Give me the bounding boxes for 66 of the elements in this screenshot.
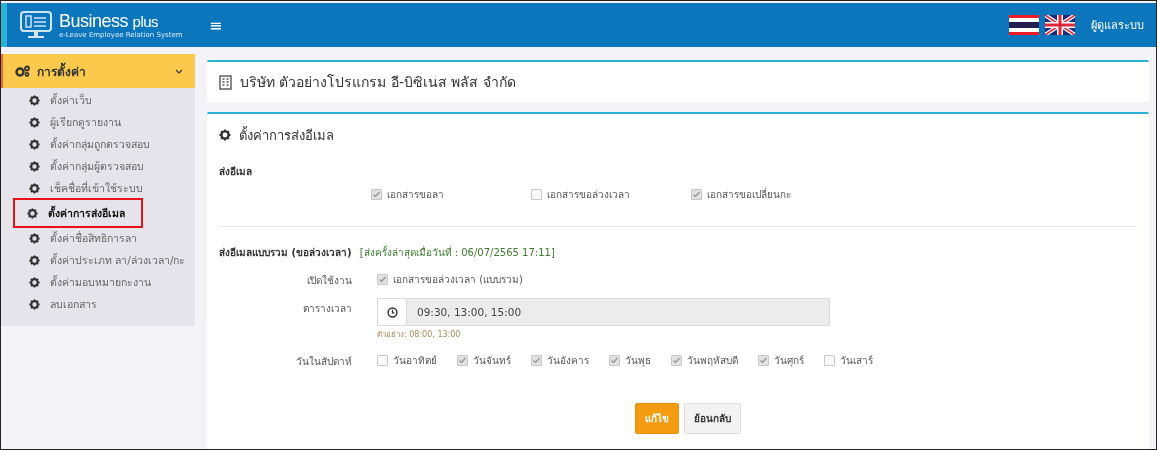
checkbox-option[interactable]: เอกสารขอล่วงเวลา (แบบรวม) bbox=[377, 270, 523, 287]
gear-icon bbox=[29, 138, 40, 150]
field-label: วันในสัปดาห์ bbox=[295, 355, 353, 369]
brand-name: Business bbox=[59, 10, 129, 31]
sidebar-item[interactable]: ตั้งค่ากลุ่มผู้ตรวจสอบ bbox=[17, 156, 150, 176]
gear-icon bbox=[27, 207, 38, 219]
brand-suffix: plus bbox=[132, 12, 159, 30]
menu-button[interactable]: ≡ bbox=[205, 15, 227, 35]
checkbox[interactable] bbox=[531, 189, 542, 200]
field-hint: ตัวอย่าง: 08:00, 13:00 bbox=[377, 329, 462, 341]
checkbox-option[interactable]: วันจันทร์ bbox=[457, 351, 511, 368]
user-name[interactable]: ผู้ดูแลระบบ bbox=[1091, 16, 1144, 34]
checkbox-option[interactable]: วันพฤหัสบดี bbox=[671, 351, 738, 368]
sidebar-item[interactable]: เช็คชื่อที่เข้าใช้ระบบ bbox=[17, 178, 149, 198]
checkbox-option[interactable]: วันอังคาร bbox=[531, 351, 589, 368]
checkbox-option[interactable]: วันศุกร์ bbox=[758, 351, 804, 368]
checkbox-option[interactable]: เอกสารขอเปลี่ยนกะ bbox=[691, 187, 851, 202]
gears-icon bbox=[15, 65, 31, 77]
section-label: ส่งอีเมลแบบรวม (ขอล่วงเวลา) bbox=[219, 246, 352, 260]
monitor-icon bbox=[19, 10, 53, 40]
checkbox-option[interactable]: เอกสารขอลา bbox=[371, 187, 531, 202]
checkbox[interactable] bbox=[531, 355, 542, 366]
sidebar-item[interactable]: ตั้งค่าการส่งอีเมล bbox=[13, 198, 143, 228]
uk-flag-icon[interactable] bbox=[1045, 15, 1075, 35]
checkbox-option[interactable]: วันเสาร์ bbox=[824, 351, 873, 368]
panel-title: ตั้งค่าการส่งอีเมล bbox=[239, 125, 334, 145]
gear-icon bbox=[29, 298, 40, 310]
checkbox[interactable] bbox=[377, 274, 388, 285]
gear-icon bbox=[29, 160, 40, 172]
section-label: ส่งอีเมล bbox=[219, 165, 253, 179]
checkbox[interactable] bbox=[609, 355, 620, 366]
sidebar-item[interactable]: ตั้งค่าประเภท ลา/ล่วงเวลา/กะ bbox=[17, 250, 192, 270]
chevron-icon bbox=[175, 68, 183, 74]
checkbox[interactable] bbox=[377, 355, 388, 366]
checkbox[interactable] bbox=[671, 355, 682, 366]
sidebar-item[interactable]: ลบเอกสาร bbox=[17, 294, 103, 314]
checkbox-option[interactable]: เอกสารขอล่วงเวลา bbox=[531, 187, 691, 202]
sidebar-section-header[interactable]: การตั้งค่า bbox=[1, 54, 195, 88]
company-title: บริษัท ตัวอย่างโปรแกรม อี-บิซิเนส พลัส จำกัด bbox=[240, 73, 516, 92]
gear-icon bbox=[219, 129, 231, 141]
sidebar-item[interactable]: ตั้งค่ากลุ่มถูกตรวจสอบ bbox=[17, 134, 156, 154]
checkbox[interactable] bbox=[457, 355, 468, 366]
gear-icon bbox=[29, 276, 40, 288]
back-button[interactable]: ย้อนกลับ bbox=[684, 403, 741, 434]
schedule-field[interactable]: 09:30, 13:00, 15:00 bbox=[377, 298, 830, 326]
gear-icon bbox=[29, 94, 40, 106]
checkbox[interactable] bbox=[691, 189, 702, 200]
checkbox-option[interactable]: วันอาทิตย์ bbox=[377, 351, 437, 368]
last-sent-note: [ส่งครั้งล่าสุดเมื่อวันที่ : 06/07/2565 17:11] bbox=[359, 245, 555, 260]
sidebar-item[interactable]: ตั้งค่าชื่อสิทธิการลา bbox=[17, 228, 143, 248]
sidebar-item[interactable]: ผู้เรียกดูรายงาน bbox=[17, 112, 127, 132]
sidebar-item[interactable]: ตั้งค่าเว็บ bbox=[17, 90, 98, 110]
checkbox[interactable] bbox=[824, 355, 835, 366]
gear-icon bbox=[29, 232, 40, 244]
gear-icon bbox=[29, 182, 40, 194]
checkbox[interactable] bbox=[371, 189, 382, 200]
checkbox-option[interactable]: วันพุธ bbox=[609, 351, 651, 368]
gear-icon bbox=[29, 254, 40, 266]
checkbox[interactable] bbox=[758, 355, 769, 366]
field-label: ตารางเวลา bbox=[302, 302, 353, 316]
clock-icon bbox=[386, 306, 398, 318]
thai-flag-icon[interactable] bbox=[1009, 15, 1039, 35]
sidebar-item[interactable]: ตั้งค่ามอบหมายกะงาน bbox=[17, 272, 157, 292]
field-label: เปิดใช้งาน bbox=[306, 274, 353, 288]
building-icon bbox=[219, 74, 232, 90]
gear-icon bbox=[29, 116, 40, 128]
